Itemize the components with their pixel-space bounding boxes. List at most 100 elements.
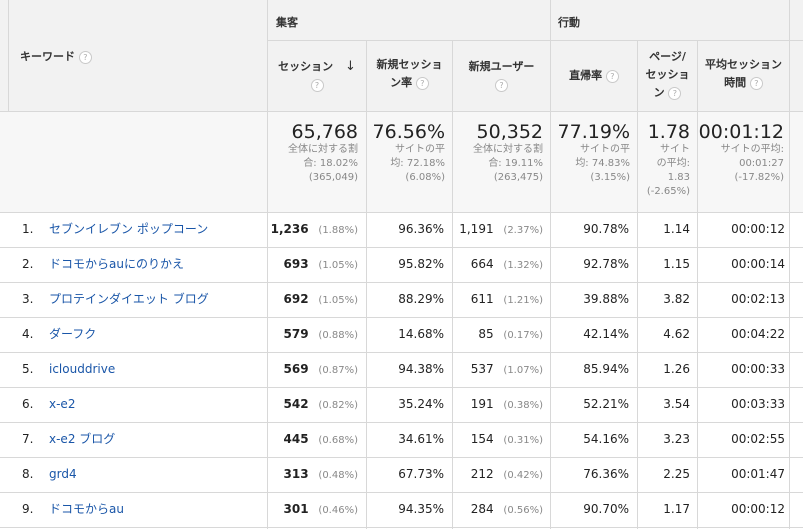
grid-line xyxy=(8,0,9,111)
pages-per-session-cell: 3.54 xyxy=(663,397,690,411)
help-icon[interactable]: ? xyxy=(415,76,429,90)
table-row: 9. ドコモからau 301 (0.46%) 94.35% 284 (0.56%… xyxy=(0,492,803,527)
total-note: 均: 72.18% xyxy=(390,158,445,169)
grid-line xyxy=(0,111,803,112)
total-value: 77.19% xyxy=(557,121,630,143)
table-row: 1. セブンイレブン ポップコーン 1,236 (1.88%) 96.36% 1… xyxy=(0,212,803,247)
column-header-new-session-rate[interactable]: 新規セッショ ン率 ? xyxy=(367,56,452,92)
total-value: 50,352 xyxy=(476,121,543,143)
keyword-link[interactable]: プロテインダイエット ブログ xyxy=(49,282,264,317)
analytics-keyword-table: 集客 行動 キーワード ? セッション ↓ ? 新規セッショ ン率 ? 新規ユー… xyxy=(0,0,803,529)
new-session-rate-cell: 94.38% xyxy=(398,362,444,376)
total-avg-session-duration: 00:01:12 サイトの平均: 00:01:27 (-17.82%) xyxy=(698,121,784,185)
group-acquisition: 集客 xyxy=(276,16,298,29)
sort-down-icon[interactable]: ↓ xyxy=(345,59,356,74)
help-icon[interactable]: ? xyxy=(749,76,763,90)
sessions-cell: 301 (0.46%) xyxy=(268,492,358,527)
column-label: 新規セッショ xyxy=(376,58,443,71)
keyword-link[interactable]: ダーフク xyxy=(49,317,264,352)
keyword-link[interactable]: grd4 xyxy=(49,457,264,492)
pages-per-session-cell: 1.17 xyxy=(663,502,690,516)
total-note: の平均: xyxy=(656,158,690,169)
help-icon[interactable]: ? xyxy=(310,78,324,92)
sessions-cell: 313 (0.48%) xyxy=(268,457,358,492)
column-label: セッション xyxy=(278,60,334,73)
column-header-avg-session-duration[interactable]: 平均セッション 時間 ? xyxy=(698,56,789,92)
new-users-cell: 664 (1.32%) xyxy=(453,247,543,282)
bounce-rate-cell: 39.88% xyxy=(583,292,629,306)
sessions-cell: 445 (0.68%) xyxy=(268,422,358,457)
group-behavior: 行動 xyxy=(558,16,580,29)
sessions-value: 569 xyxy=(283,362,309,376)
sessions-percent: (0.82%) xyxy=(318,400,358,411)
total-note: 全体に対する割 xyxy=(473,144,543,155)
total-value: 65,768 xyxy=(291,121,358,143)
new-users-value: 664 xyxy=(470,257,494,271)
column-header-bounce-rate[interactable]: 直帰率 ? xyxy=(551,67,637,85)
total-value: 00:01:12 xyxy=(698,121,784,143)
column-header-sessions[interactable]: セッション ↓ ? xyxy=(268,58,366,94)
keyword-link[interactable]: x-e2 ブログ xyxy=(49,422,264,457)
sessions-value: 313 xyxy=(283,467,309,481)
column-header-new-users[interactable]: 新規ユーザー ? xyxy=(453,58,550,94)
table-row: 8. grd4 313 (0.48%) 67.73% 212 (0.42%) 7… xyxy=(0,457,803,492)
new-users-cell: 191 (0.38%) xyxy=(453,387,543,422)
new-users-percent: (1.32%) xyxy=(503,260,543,271)
avg-session-duration-cell: 00:00:33 xyxy=(731,362,785,376)
help-icon[interactable]: ? xyxy=(495,78,508,92)
column-header-pages-per-session[interactable]: ページ/ セッショ ン ? xyxy=(638,48,697,102)
table-row: 3. プロテインダイエット ブログ 692 (1.05%) 88.29% 611… xyxy=(0,282,803,317)
sessions-percent: (0.46%) xyxy=(318,505,358,516)
help-icon[interactable]: ? xyxy=(605,69,619,83)
keyword-link[interactable]: iclouddrive xyxy=(49,352,264,387)
table-row: 4. ダーフク 579 (0.88%) 14.68% 85 (0.17%) 42… xyxy=(0,317,803,352)
row-index: 5. xyxy=(22,362,34,376)
avg-session-duration-cell: 00:04:22 xyxy=(731,327,785,341)
new-session-rate-cell: 94.35% xyxy=(398,502,444,516)
pages-per-session-cell: 3.23 xyxy=(663,432,690,446)
sessions-cell: 579 (0.88%) xyxy=(268,317,358,352)
new-users-cell: 1,191 (2.37%) xyxy=(453,212,543,247)
sessions-value: 542 xyxy=(283,397,309,411)
help-icon[interactable]: ? xyxy=(668,86,682,100)
sessions-cell: 692 (1.05%) xyxy=(268,282,358,317)
new-users-percent: (1.21%) xyxy=(503,295,543,306)
new-session-rate-cell: 95.82% xyxy=(398,257,444,271)
pages-per-session-cell: 2.25 xyxy=(663,467,690,481)
avg-session-duration-cell: 00:00:14 xyxy=(731,257,785,271)
bounce-rate-cell: 52.21% xyxy=(583,397,629,411)
sessions-cell: 693 (1.05%) xyxy=(268,247,358,282)
new-users-percent: (2.37%) xyxy=(503,225,543,236)
sessions-value: 579 xyxy=(283,327,309,341)
sessions-percent: (1.88%) xyxy=(318,225,358,236)
row-index: 2. xyxy=(22,257,34,271)
total-note: (263,475) xyxy=(493,172,543,183)
row-index: 3. xyxy=(22,292,34,306)
total-note: (-17.82%) xyxy=(734,172,784,183)
new-users-cell: 212 (0.42%) xyxy=(453,457,543,492)
total-note: (365,049) xyxy=(308,172,358,183)
new-users-percent: (0.56%) xyxy=(503,505,543,516)
avg-session-duration-cell: 00:02:13 xyxy=(731,292,785,306)
sessions-percent: (1.05%) xyxy=(318,260,358,271)
new-users-value: 154 xyxy=(470,432,494,446)
new-users-value: 85 xyxy=(478,327,494,341)
column-header-keyword[interactable]: キーワード ? xyxy=(20,48,140,66)
new-users-value: 191 xyxy=(470,397,494,411)
total-note: (-2.65%) xyxy=(646,186,690,197)
keyword-link[interactable]: x-e2 xyxy=(49,387,264,422)
keyword-link[interactable]: ドコモからauにのりかえ xyxy=(49,247,264,282)
sessions-percent: (0.48%) xyxy=(318,470,358,481)
row-index: 6. xyxy=(22,397,34,411)
sessions-percent: (1.05%) xyxy=(318,295,358,306)
total-note: 均: 74.83% xyxy=(575,158,630,169)
keyword-link[interactable]: ドコモからau xyxy=(49,492,264,527)
total-note: 1.83 xyxy=(667,172,690,183)
row-index: 4. xyxy=(22,327,34,341)
bounce-rate-cell: 85.94% xyxy=(583,362,629,376)
help-icon[interactable]: ? xyxy=(78,50,92,64)
grid-line xyxy=(0,527,803,528)
new-users-value: 611 xyxy=(470,292,494,306)
total-sessions: 65,768 全体に対する割 合: 18.02% (365,049) xyxy=(268,121,358,185)
keyword-link[interactable]: セブンイレブン ポップコーン xyxy=(49,212,264,247)
